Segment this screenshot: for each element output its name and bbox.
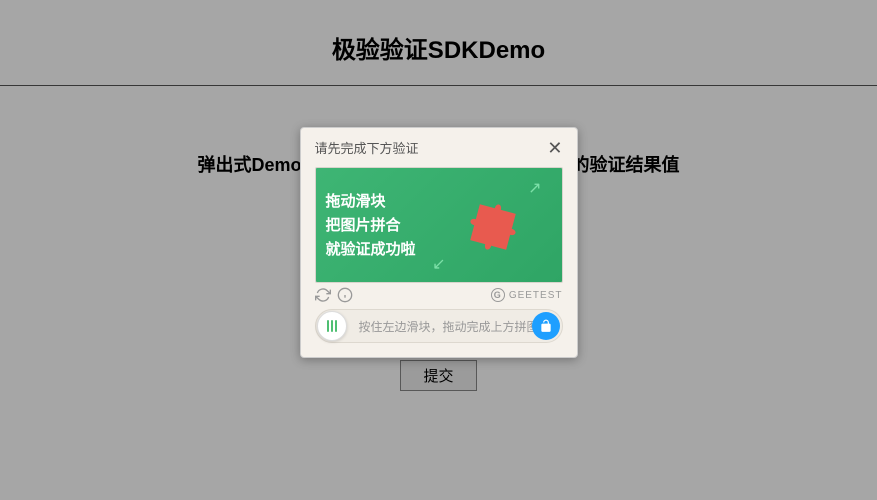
captcha-modal: 请先完成下方验证 ✕ 拖动滑块 把图片拼合 就验证成功啦 ↗ ↙ G GEETE… <box>300 127 578 358</box>
arrow-down-icon: ↙ <box>432 254 445 274</box>
captcha-header: 请先完成下方验证 ✕ <box>301 128 577 165</box>
captcha-header-text: 请先完成下方验证 <box>315 138 419 157</box>
captcha-line3: 就验证成功啦 <box>326 238 416 262</box>
brand-icon: G <box>491 288 505 302</box>
captcha-line2: 把图片拼合 <box>326 214 416 238</box>
refresh-icon[interactable] <box>315 287 331 303</box>
brand-logo: G GEETEST <box>491 288 563 302</box>
arrow-up-icon: ↗ <box>528 178 541 198</box>
slider-end-lock-icon <box>532 312 560 340</box>
captcha-line1: 拖动滑块 <box>326 190 416 214</box>
captcha-toolbar: G GEETEST <box>315 287 563 303</box>
captcha-puzzle-image: 拖动滑块 把图片拼合 就验证成功啦 ↗ ↙ <box>315 167 563 283</box>
close-icon[interactable]: ✕ <box>547 139 562 157</box>
brand-name: GEETEST <box>509 290 563 301</box>
slider-track[interactable]: 按住左边滑块，拖动完成上方拼图 <box>315 309 563 343</box>
puzzle-piece-icon <box>462 196 524 258</box>
slider-handle[interactable] <box>317 311 347 341</box>
captcha-instruction-text: 拖动滑块 把图片拼合 就验证成功啦 <box>326 190 416 262</box>
slider-hint-text: 按住左边滑块，拖动完成上方拼图 <box>316 318 562 335</box>
info-icon[interactable] <box>337 287 353 303</box>
slider-handle-bars-icon <box>327 320 337 332</box>
